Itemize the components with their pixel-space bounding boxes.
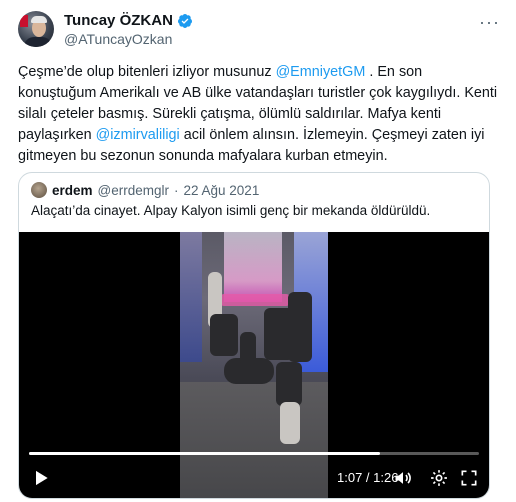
mention-link-emniyetgm[interactable]: @EmniyetGM [276, 64, 366, 80]
author-avatar[interactable] [18, 11, 54, 47]
quoted-author-avatar [31, 182, 47, 198]
video-player[interactable]: 1:07 / 1:26 [19, 232, 489, 498]
verified-badge-icon [177, 13, 192, 28]
quoted-tweet-header: erdem @errdemglr · 22 Ağu 2021 [31, 182, 259, 198]
play-icon[interactable] [31, 468, 51, 488]
volume-icon[interactable] [393, 468, 413, 488]
video-progress-bar[interactable] [29, 452, 479, 455]
author-handle[interactable]: @ATuncayOzkan [64, 31, 172, 47]
video-frame [180, 232, 328, 498]
quoted-tweet-text: Alaçatı’da cinayet. Alpay Kalyon isimli … [31, 203, 431, 218]
settings-gear-icon[interactable] [429, 468, 449, 488]
tweet-text-segment: Çeşme’de olup bitenleri izliyor musunuz [18, 64, 276, 80]
video-progress-fill [29, 452, 380, 455]
tweet-header: Tuncay ÖZKAN @ATuncayOzkan ··· [18, 10, 504, 50]
fullscreen-icon[interactable] [459, 468, 479, 488]
meta-separator: · [174, 182, 179, 198]
more-options-icon[interactable]: ··· [479, 12, 500, 33]
quoted-author-name: erdem [52, 182, 93, 198]
quoted-author-handle: @errdemglr [97, 182, 169, 198]
tweet-text: Çeşme’de olup bitenleri izliyor musunuz … [18, 62, 504, 167]
quoted-tweet-card[interactable]: erdem @errdemglr · 22 Ağu 2021 Alaçatı’d… [18, 172, 490, 499]
author-display-name[interactable]: Tuncay ÖZKAN [64, 12, 173, 29]
video-controls: 1:07 / 1:26 [19, 464, 489, 492]
quoted-tweet-date: 22 Ağu 2021 [183, 182, 260, 198]
mention-link-izmirvaliligi[interactable]: @izmirvaliligi [96, 127, 180, 143]
author-name-row: Tuncay ÖZKAN [64, 12, 193, 29]
video-time-label: 1:07 / 1:26 [337, 470, 399, 485]
